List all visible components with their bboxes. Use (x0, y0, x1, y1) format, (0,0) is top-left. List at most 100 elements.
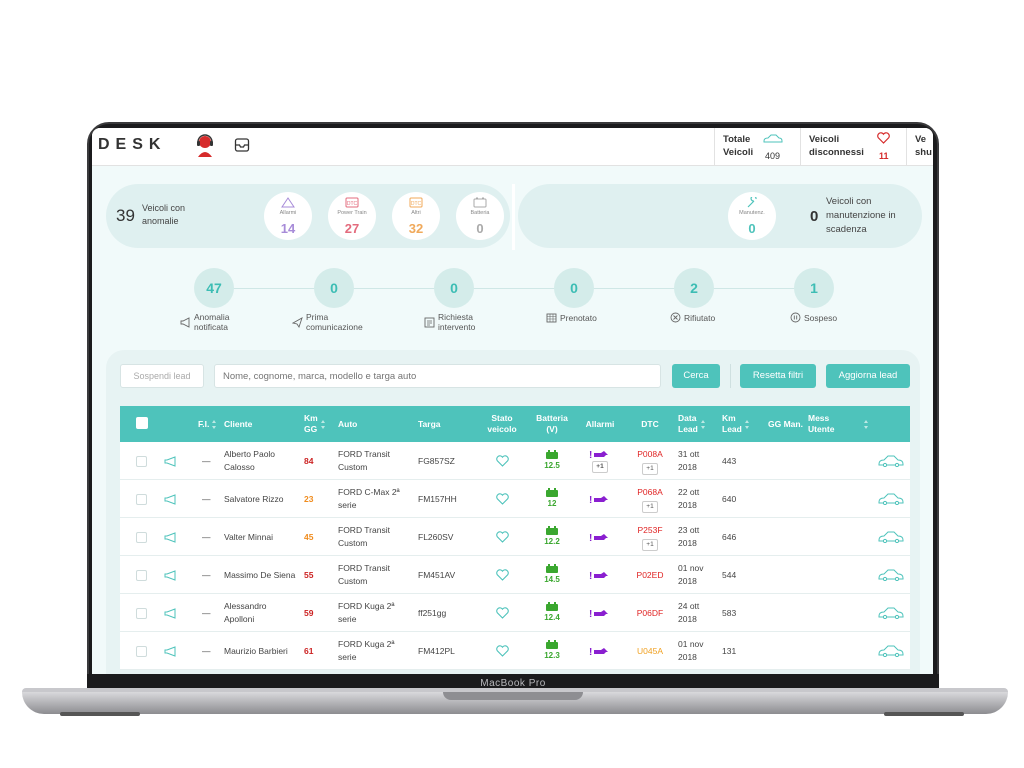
powertrain-bubble[interactable]: DTC Power Train 27 (328, 192, 376, 240)
oil-alarm-icon[interactable]: ! (589, 449, 611, 459)
client-name[interactable]: Alberto Paolo Calosso (224, 442, 304, 480)
table-row[interactable]: — Alberto Paolo Calosso 84 FORD Transit Custo… (120, 442, 910, 480)
vehicle-status-cell (480, 480, 524, 518)
car-icon[interactable] (878, 645, 904, 657)
battery-bubble[interactable]: Batteria 0 (456, 192, 504, 240)
row-checkbox[interactable] (136, 607, 147, 619)
car-model-line: FORD Transit (338, 525, 390, 535)
col-gg-man[interactable]: GG Man. (768, 406, 803, 442)
megaphone-icon[interactable] (164, 645, 177, 657)
megaphone-icon[interactable] (164, 569, 177, 581)
step-sospeso[interactable]: 1 (794, 268, 834, 308)
step-richiesta-intervento[interactable]: 0 (434, 268, 474, 308)
dtc-code[interactable]: P008A (637, 448, 663, 461)
oil-alarm-icon[interactable]: ! (589, 532, 611, 542)
inbox-icon[interactable] (234, 137, 250, 153)
table-row[interactable]: — Salvatore Rizzo 23 FORD C-Max 2ª serie FM15… (120, 480, 910, 518)
col-batteria[interactable]: Batteria (V) (532, 406, 572, 442)
step-label-line: Anomalia (194, 312, 230, 322)
dtc-code[interactable]: P02ED (637, 569, 664, 582)
col-allarmi[interactable]: Allarmi (578, 406, 622, 442)
row-checkbox[interactable] (136, 493, 147, 505)
col-data-lead[interactable]: Data Lead (678, 406, 706, 442)
suspend-lead-button[interactable]: Sospendi lead (120, 364, 204, 388)
row-checkbox[interactable] (136, 569, 147, 581)
car-model-line: serie (338, 500, 357, 510)
col-targa[interactable]: Targa (418, 406, 441, 442)
dtc-code[interactable]: P06DF (637, 607, 663, 620)
col-stato[interactable]: Stato veicolo (480, 406, 524, 442)
row-checkbox[interactable] (136, 645, 147, 657)
more-dtc-badge[interactable]: +1 (642, 462, 658, 475)
client-name[interactable]: Massimo De Siena (224, 556, 304, 594)
table-row[interactable]: — Valter Minnai 45 FORD Transit Custom FL260S… (120, 518, 910, 556)
car-model-line: FORD Transit (338, 449, 390, 459)
search-input[interactable] (214, 364, 661, 388)
row-checkbox-cell (136, 556, 147, 594)
car-model-line: serie (338, 652, 357, 662)
heart-icon[interactable] (495, 531, 509, 543)
row-checkbox[interactable] (136, 455, 147, 467)
car-icon[interactable] (878, 607, 904, 619)
megaphone-icon[interactable] (164, 455, 177, 467)
reset-filters-button[interactable]: Resetta filtri (740, 364, 816, 388)
dtc-code[interactable]: P068A (637, 486, 663, 499)
row-checkbox[interactable] (136, 531, 147, 543)
col-km-gg[interactable]: Km GG (304, 406, 326, 442)
heart-icon[interactable] (495, 569, 509, 581)
megaphone-icon[interactable] (164, 531, 177, 543)
heart-icon[interactable] (495, 607, 509, 619)
disconnected-vehicles-stat[interactable]: Veicoli disconnessi 11 (800, 128, 906, 166)
client-name[interactable]: Alessandro Apolloni (224, 594, 304, 632)
table-row[interactable]: — Maurizio Barbieri 61 FORD Kuga 2ª serie FM4… (120, 632, 910, 670)
oil-alarm-icon[interactable]: ! (589, 608, 611, 618)
select-all-checkbox[interactable] (136, 417, 148, 429)
table-row[interactable]: — Alessandro Apolloni 59 FORD Kuga 2ª serie ff… (120, 594, 910, 632)
svg-text:!: ! (589, 609, 592, 618)
total-vehicles-stat[interactable]: Totale Veicoli 409 (714, 128, 800, 166)
app-logo[interactable]: DESK (98, 136, 166, 154)
oil-alarm-icon[interactable]: ! (589, 494, 611, 504)
col-fi[interactable]: F.I. (198, 406, 217, 442)
dtc-code[interactable]: P253F (637, 524, 662, 537)
update-lead-button[interactable]: Aggiorna lead (826, 364, 910, 388)
col-cliente[interactable]: Cliente (224, 406, 252, 442)
megaphone-icon[interactable] (164, 493, 177, 505)
alarms-bubble[interactable]: Allarmi 14 (264, 192, 312, 240)
megaphone-icon[interactable] (164, 607, 177, 619)
heart-icon[interactable] (495, 493, 509, 505)
oil-alarm-icon[interactable]: ! (589, 646, 611, 656)
step-anomalia[interactable]: 47 (194, 268, 234, 308)
bubble-label: Power Train (337, 210, 367, 216)
car-icon[interactable] (878, 455, 904, 467)
step-prenotato[interactable]: 0 (554, 268, 594, 308)
client-name[interactable]: Maurizio Barbieri (224, 632, 304, 670)
car-icon[interactable] (878, 531, 904, 543)
oil-alarm-icon[interactable]: ! (589, 570, 611, 580)
km-lead-value: 544 (722, 569, 737, 580)
other-dtc-bubble[interactable]: DTC Altri 32 (392, 192, 440, 240)
more-alarms-badge[interactable]: +1 (592, 461, 608, 473)
step-prima-comunicazione[interactable]: 0 (314, 268, 354, 308)
client-name[interactable]: Salvatore Rizzo (224, 480, 304, 518)
maintenance-bubble[interactable]: Manutenz. 0 (728, 192, 776, 240)
dtc-code[interactable]: U045A (637, 645, 663, 658)
support-agent-icon[interactable] (196, 134, 214, 158)
client-name[interactable]: Valter Minnai (224, 518, 304, 556)
more-dtc-badge[interactable]: +1 (642, 538, 658, 551)
battery-icon (545, 450, 558, 459)
col-auto[interactable]: Auto (338, 406, 357, 442)
col-dtc[interactable]: DTC (630, 406, 670, 442)
partial-stat[interactable]: Ve shu (906, 128, 933, 166)
row-notify-cell (164, 632, 177, 670)
car-icon[interactable] (878, 493, 904, 505)
col-km-lead[interactable]: Km Lead (722, 406, 750, 442)
col-mess-utente[interactable]: Mess Utente (808, 406, 869, 442)
more-dtc-badge[interactable]: +1 (642, 500, 658, 513)
car-icon[interactable] (878, 569, 904, 581)
heart-icon[interactable] (495, 455, 509, 467)
table-row[interactable]: — Massimo De Siena 55 FORD Transit Custom FM4… (120, 556, 910, 594)
step-rifiutato[interactable]: 2 (674, 268, 714, 308)
heart-icon[interactable] (495, 645, 509, 657)
search-button[interactable]: Cerca (672, 364, 720, 388)
